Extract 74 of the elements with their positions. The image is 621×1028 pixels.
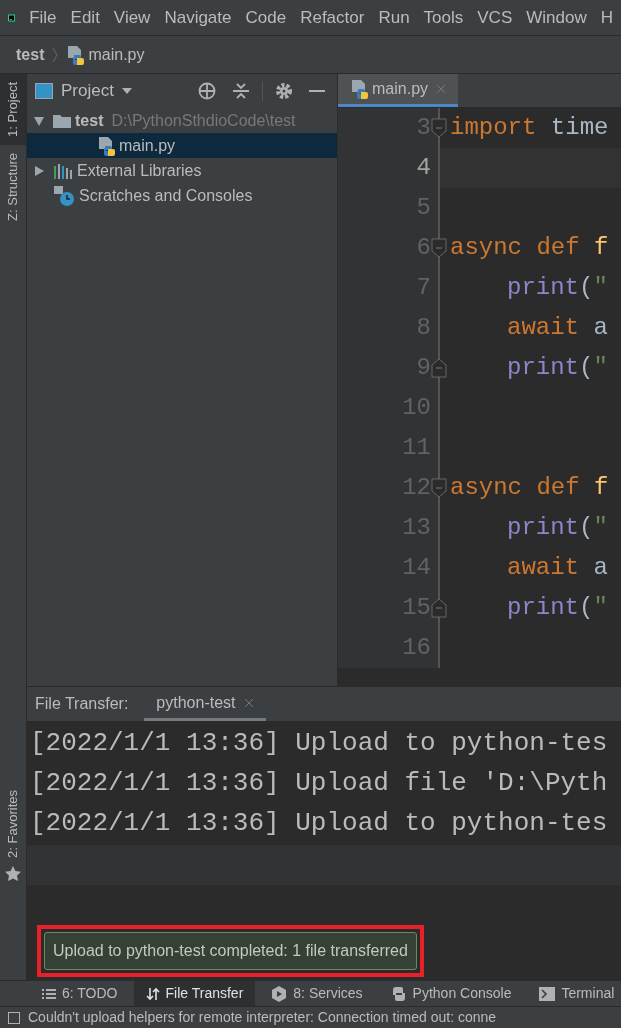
menu-item[interactable]: H — [600, 4, 613, 31]
menu-item[interactable]: View — [113, 4, 151, 31]
scratch-clock-icon — [53, 184, 75, 207]
editor-tab[interactable]: main.py — [338, 74, 459, 107]
tree-item[interactable]: External Libraries — [27, 158, 337, 183]
side-tool-tab[interactable]: 2: Favorites — [0, 782, 26, 866]
tree-label: test — [75, 110, 104, 131]
code-line: print(" — [507, 353, 608, 383]
collapse-all-icon[interactable] — [232, 82, 250, 100]
fold-marker-icon[interactable] — [431, 118, 447, 138]
tree-path: D:\PythonSthdioCode\test — [111, 110, 296, 131]
breadcrumb-item[interactable]: main.py — [88, 42, 145, 67]
close-icon[interactable] — [243, 697, 254, 708]
star-icon — [5, 866, 21, 882]
line-number: 4 — [416, 153, 431, 183]
menu-item[interactable]: VCS — [477, 4, 513, 31]
menu-item[interactable]: Code — [245, 4, 287, 31]
log-line: [2022/1/1 13:36] Upload to python-tes — [29, 806, 609, 840]
terminal-icon — [539, 986, 556, 1001]
code-line: print(" — [507, 513, 608, 543]
breadcrumb-item[interactable]: test — [16, 42, 45, 67]
tool-window-tab[interactable]: Python Console — [378, 981, 524, 1006]
expanded-arrow-icon[interactable] — [33, 114, 45, 127]
panel-title[interactable]: Project — [61, 78, 114, 104]
status-message: Couldn't upload helpers for remote interpreter: Connection timed out: conne — [28, 1008, 497, 1027]
side-tool-tab[interactable]: 1: Project — [0, 74, 26, 145]
library-icon — [53, 162, 73, 179]
log-line: [2022/1/1 13:36] Upload to python-tes — [29, 726, 609, 760]
tree-label: main.py — [119, 135, 176, 156]
dropdown-caret-icon[interactable] — [121, 88, 132, 94]
fold-marker-icon[interactable] — [431, 238, 447, 258]
crosshair-icon[interactable] — [198, 82, 216, 100]
tool-window-tab[interactable]: 8: Services — [259, 981, 375, 1006]
menu-item[interactable]: Edit — [70, 4, 100, 31]
menu-item[interactable]: Window — [526, 4, 587, 31]
hexagon-play-icon — [271, 985, 288, 1002]
code-line: async def f — [450, 233, 609, 263]
checkbox-square-icon — [8, 1011, 20, 1024]
code-line: print(" — [507, 593, 608, 623]
log-line: [2022/1/1 13:36] Upload file 'D:\Pyth — [29, 766, 609, 800]
chevron-right-icon — [52, 46, 59, 63]
code-line: await a — [507, 313, 608, 343]
menu-item[interactable]: File — [29, 4, 57, 31]
fold-marker-icon[interactable] — [431, 478, 447, 498]
menu-item[interactable]: Tools — [423, 4, 464, 31]
menu-item[interactable]: Refactor — [300, 4, 365, 31]
python-file-icon — [66, 44, 85, 65]
tree-label: External Libraries — [77, 160, 202, 181]
tree-item[interactable]: main.py — [27, 133, 337, 158]
settings-icon[interactable] — [275, 82, 293, 100]
menu-item[interactable]: Run — [378, 4, 410, 31]
list-icon — [42, 987, 56, 1000]
tree-item[interactable]: test D:\PythonSthdioCode\test — [27, 108, 337, 133]
collapsed-arrow-icon[interactable] — [33, 164, 45, 177]
code-line: await a — [507, 553, 608, 583]
tree-item[interactable]: Scratches and Consoles — [27, 183, 337, 208]
code-line: print(" — [507, 273, 608, 303]
python-file-icon — [97, 135, 115, 156]
notification-balloon: Upload to python-test completed: 1 file transferred — [44, 932, 417, 970]
tool-window-tab[interactable]: Terminal — [527, 981, 621, 1006]
python-file-icon — [350, 79, 368, 99]
code-line: async def f — [450, 473, 609, 503]
code-line: import time — [450, 113, 609, 143]
tool-window-tab[interactable]: 6: TODO — [30, 981, 130, 1006]
window-icon — [35, 83, 53, 99]
folder-icon — [53, 113, 71, 128]
python-logo-icon — [390, 985, 407, 1002]
up-down-arrows-icon — [145, 986, 160, 1001]
panel-label: File Transfer: — [35, 694, 129, 714]
side-tool-tab[interactable]: Z: Structure — [0, 144, 26, 229]
tool-window-tab[interactable]: File Transfer — [133, 981, 256, 1006]
minimize-icon[interactable] — [309, 89, 325, 93]
menu-item[interactable]: Navigate — [164, 4, 232, 31]
tree-label: Scratches and Consoles — [79, 185, 253, 206]
